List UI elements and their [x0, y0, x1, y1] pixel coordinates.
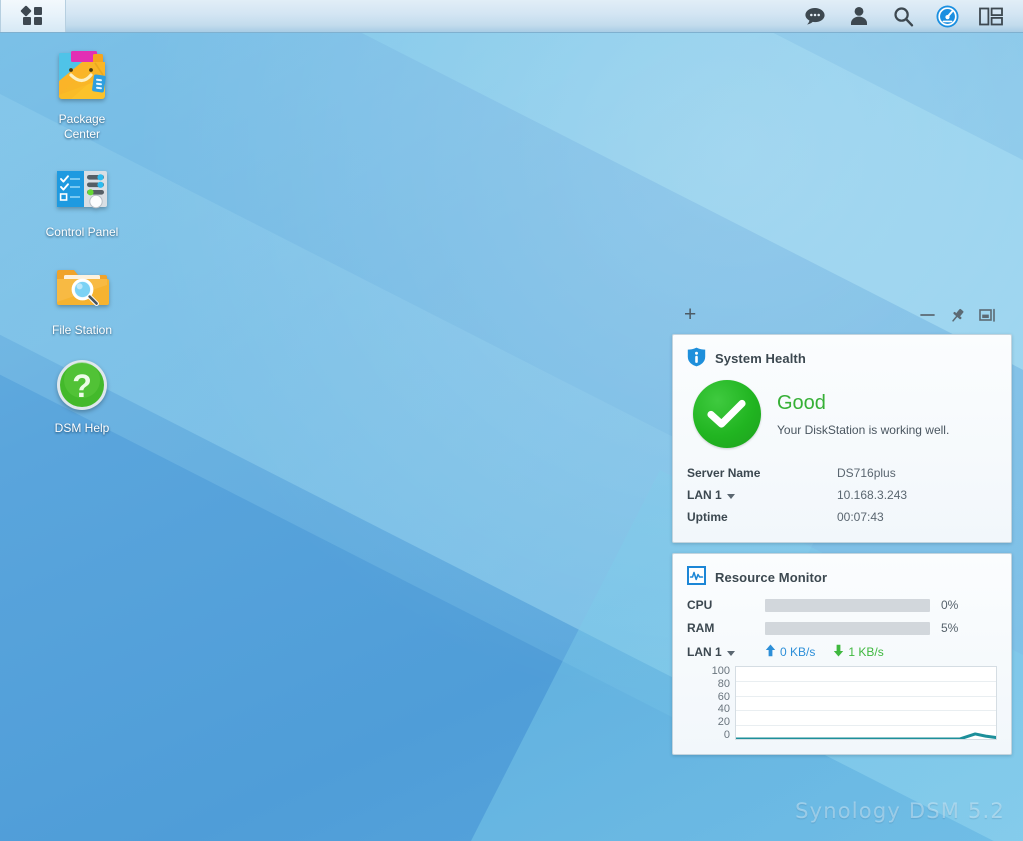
user-options-icon[interactable]: [837, 0, 881, 33]
chart-y-tick: 60: [717, 690, 730, 703]
info-value: 00:07:43: [837, 510, 884, 524]
taskbar: [0, 0, 1023, 33]
info-key: Uptime: [687, 510, 728, 524]
resource-monitor-title-row: Resource Monitor: [686, 565, 997, 588]
chart-grid-line: [736, 710, 996, 712]
cpu-progress-bar: [765, 598, 930, 612]
info-row-lan1[interactable]: LAN 1 10.168.3.243: [687, 484, 997, 506]
dock-widget-button[interactable]: [972, 303, 1002, 327]
info-row-uptime: Uptime 00:07:43: [687, 506, 997, 528]
chart-y-tick: 20: [717, 716, 730, 729]
chart-y-tick: 80: [717, 677, 730, 690]
system-health-widget: System Health Good Your DiskStation is w…: [672, 334, 1012, 543]
widget-panel-header: +: [672, 296, 1012, 334]
info-key-label: LAN 1: [687, 488, 722, 502]
chart-plot-area: [735, 666, 997, 740]
download-stat: 1 KB/s: [833, 644, 884, 660]
info-key: Server Name: [687, 466, 761, 480]
dsm-watermark: Synology DSM 5.2: [795, 799, 1005, 823]
desktop-icon-control-panel[interactable]: Control Panel: [26, 158, 138, 240]
pin-widget-button[interactable]: [942, 303, 972, 327]
cpu-row: CPU 0%: [687, 598, 997, 612]
ram-label: RAM: [687, 621, 715, 635]
search-icon[interactable]: [881, 0, 925, 33]
chart-grid-line: [736, 681, 996, 683]
info-row-server-name: Server Name DS716plus: [687, 462, 997, 484]
resource-monitor-widget: Resource Monitor CPU 0% RAM 5% LAN 1 0 K…: [672, 553, 1012, 755]
system-health-status: Good: [777, 391, 826, 414]
dsm-help-icon: ?: [51, 354, 113, 416]
taskbar-left: [0, 0, 66, 33]
ram-progress-bar: [765, 621, 930, 635]
desktop-icon-file-station[interactable]: File Station: [26, 256, 138, 338]
health-check-icon: [693, 380, 761, 448]
info-value: 10.168.3.243: [837, 488, 908, 502]
resource-monitor-icon[interactable]: [925, 0, 969, 33]
taskbar-right: [793, 0, 1023, 33]
cpu-percent: 0%: [941, 598, 959, 612]
chart-grid-line: [736, 695, 996, 697]
main-menu-grid-icon: [20, 5, 44, 26]
desktop-icon-label: Package Center: [58, 112, 106, 141]
desktop-icon-list: Package Center Control Panel File Statio…: [26, 45, 156, 452]
upload-arrow-icon: [765, 644, 776, 660]
upload-stat: 0 KB/s: [765, 644, 815, 660]
system-health-description: Your DiskStation is working well.: [777, 422, 950, 437]
chart-series-line: [736, 734, 996, 739]
minimize-widget-button[interactable]: [912, 303, 942, 327]
ram-row: RAM 5%: [687, 621, 997, 635]
info-shield-icon: [687, 347, 706, 370]
system-health-text: Good Your DiskStation is working well.: [777, 391, 949, 438]
lan-selector[interactable]: LAN 1: [687, 645, 765, 659]
chart-series-svg: [736, 667, 996, 739]
chart-y-axis: 100 80 60 40 20 0: [705, 665, 735, 741]
chart-y-tick: 100: [711, 665, 730, 677]
system-health-title: System Health: [715, 351, 806, 366]
file-station-icon: [51, 256, 113, 318]
info-key-lan-selector[interactable]: LAN 1: [687, 488, 837, 502]
desktop: Package Center Control Panel File Statio…: [0, 0, 1023, 841]
main-menu-button[interactable]: [0, 0, 66, 32]
network-chart: 100 80 60 40 20 0: [687, 666, 997, 740]
chevron-down-icon[interactable]: [726, 650, 735, 656]
resource-monitor-title: Resource Monitor: [715, 569, 828, 585]
widgets-icon[interactable]: [969, 0, 1013, 33]
notifications-icon[interactable]: [793, 0, 837, 33]
system-health-title-row: System Health: [687, 347, 997, 370]
chart-grid-line: [736, 724, 996, 726]
package-center-icon: [51, 45, 113, 107]
add-widget-button[interactable]: +: [684, 304, 696, 325]
desktop-icon-label: File Station: [51, 323, 113, 337]
widget-panel: + System Health Good Your DiskStation is…: [672, 296, 1012, 765]
cpu-label: CPU: [687, 598, 713, 612]
lan-label: LAN 1: [687, 645, 722, 659]
desktop-icon-label: Control Panel: [45, 225, 119, 239]
download-arrow-icon: [833, 644, 844, 660]
waveform-icon: [686, 565, 707, 588]
desktop-icon-label: DSM Help: [54, 421, 110, 435]
ram-percent: 5%: [941, 621, 959, 635]
control-panel-icon: [51, 158, 113, 220]
lan-network-row: LAN 1 0 KB/s 1 KB/s: [687, 644, 997, 660]
system-health-status-row: Good Your DiskStation is working well.: [693, 380, 997, 448]
upload-value: 0 KB/s: [780, 645, 816, 659]
desktop-icon-package-center[interactable]: Package Center: [26, 45, 138, 142]
download-value: 1 KB/s: [848, 645, 884, 659]
chart-y-tick: 0: [723, 728, 730, 741]
chart-y-tick: 40: [717, 703, 730, 716]
info-value: DS716plus: [837, 466, 896, 480]
chevron-down-icon[interactable]: [726, 493, 735, 499]
svg-text:?: ?: [72, 368, 92, 404]
desktop-icon-dsm-help[interactable]: ? DSM Help: [26, 354, 138, 436]
